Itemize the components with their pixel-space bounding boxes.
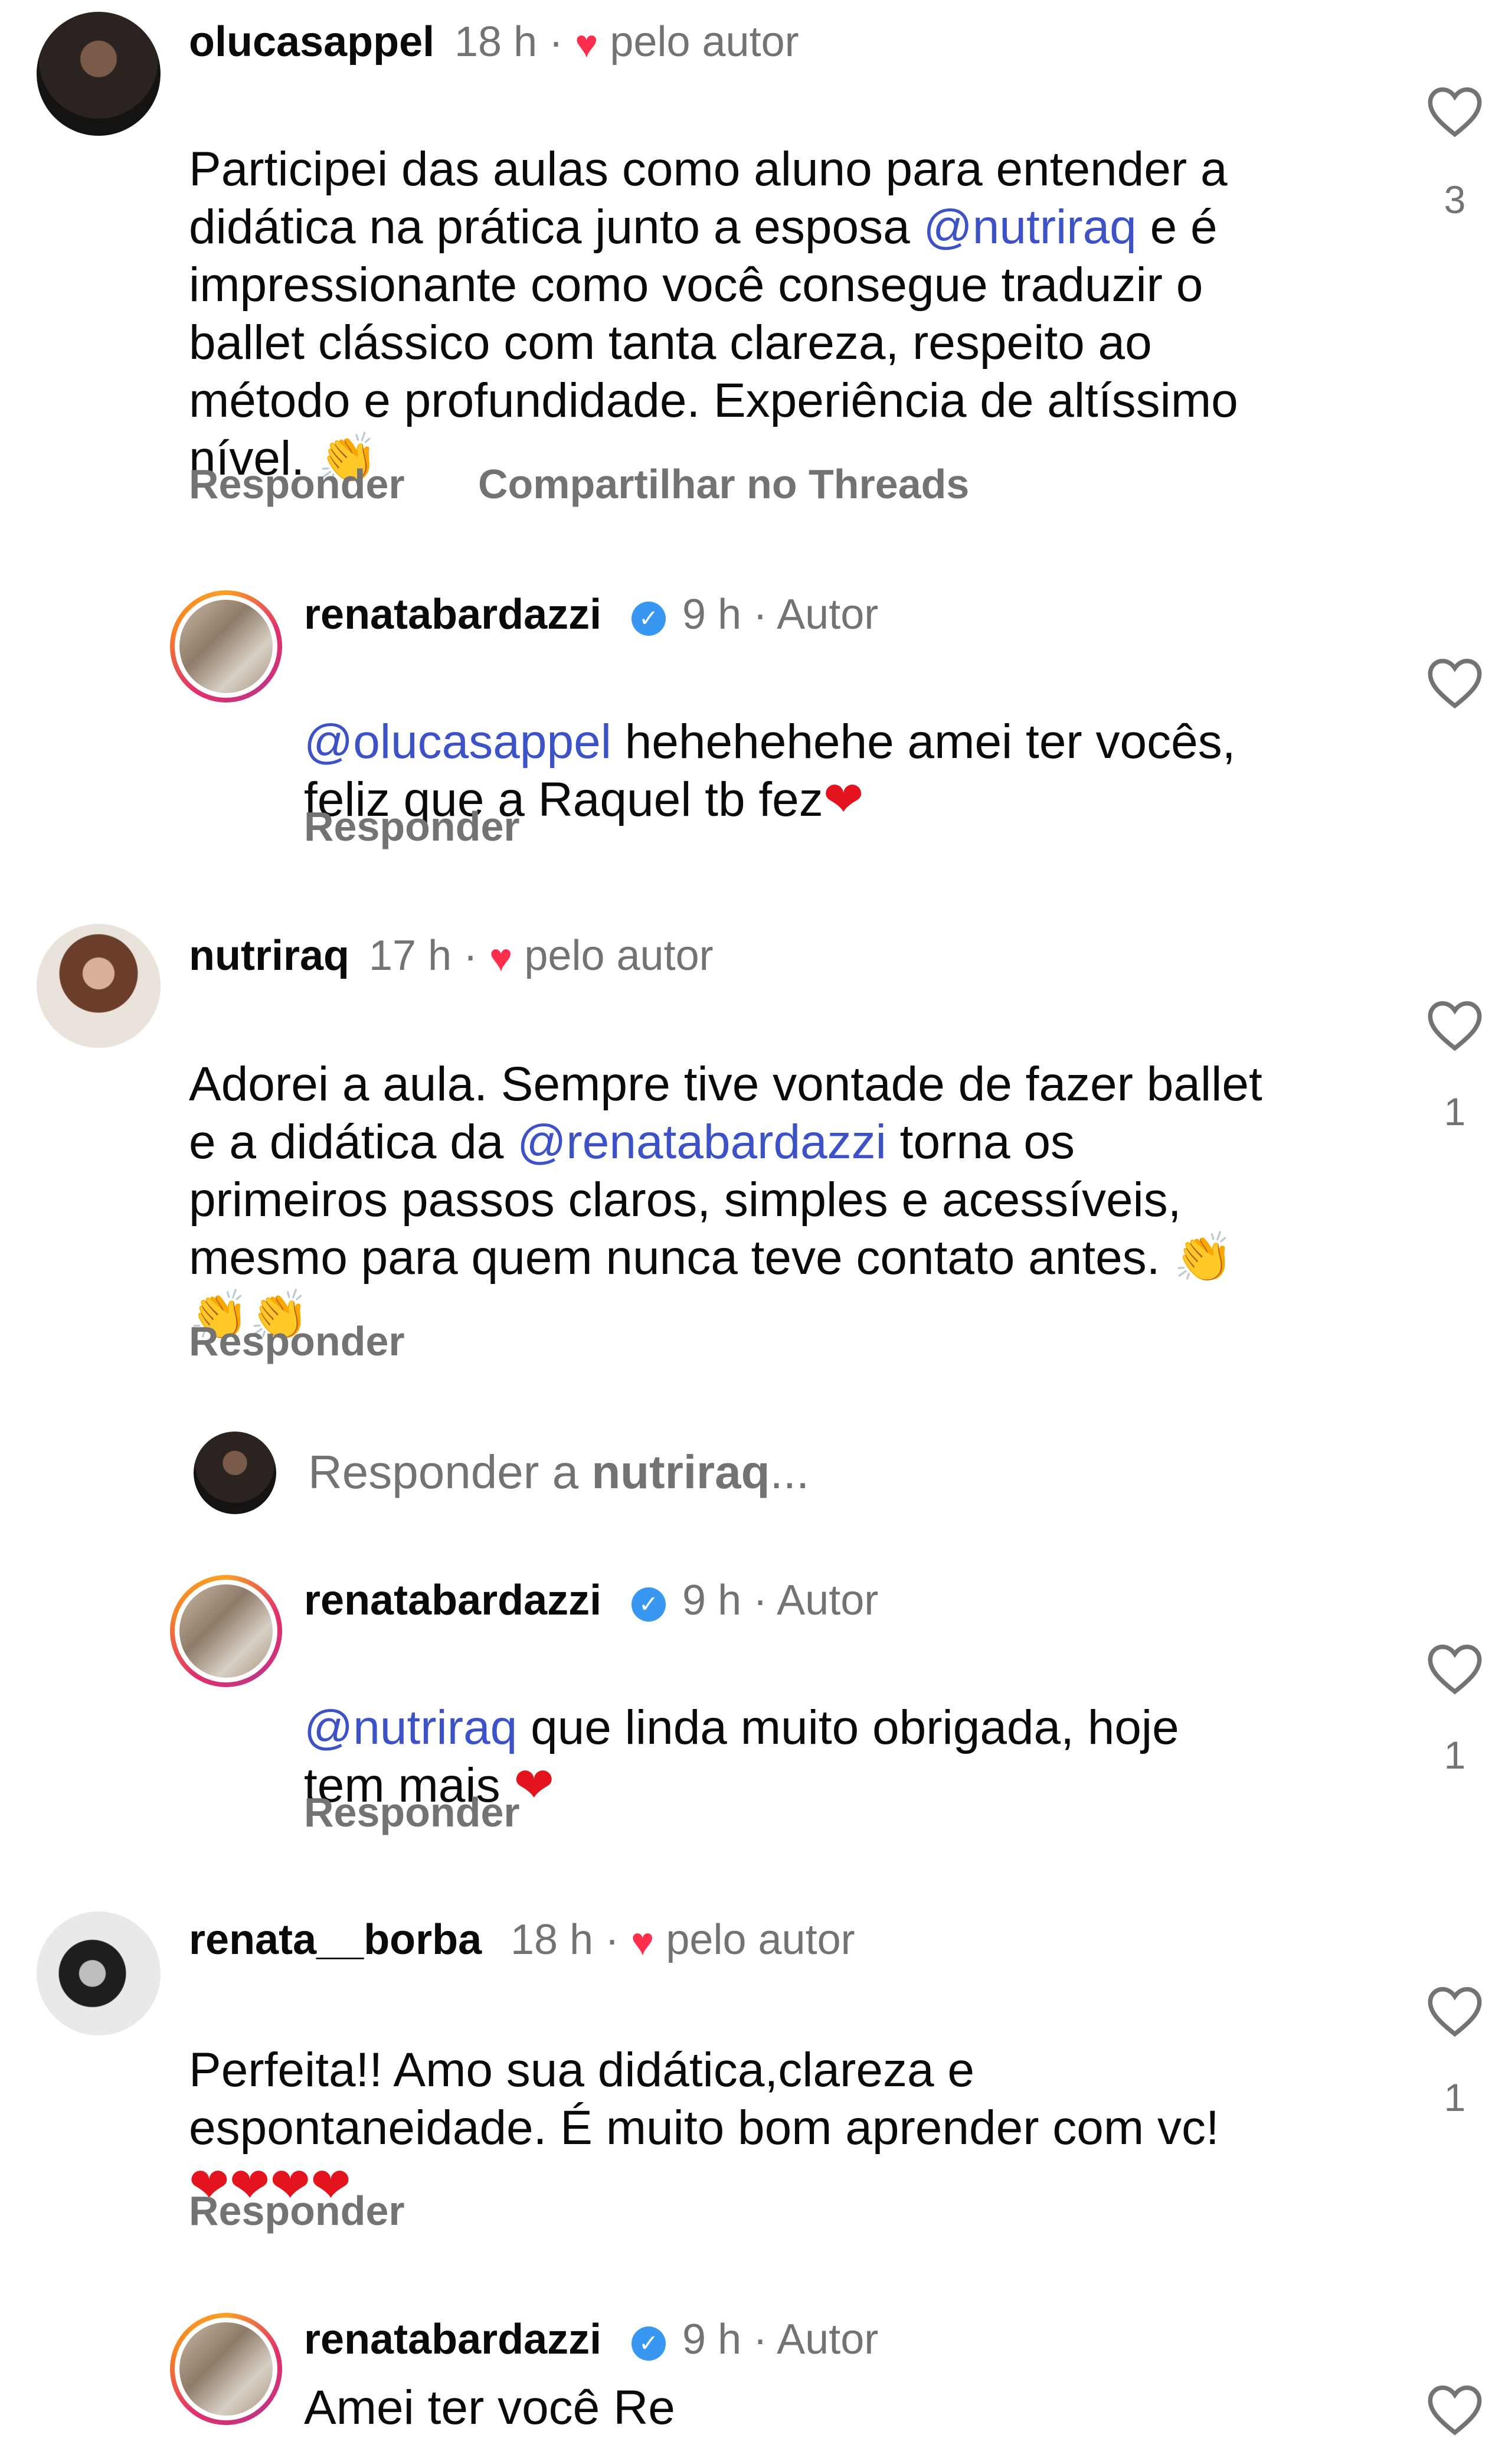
- reply-button[interactable]: Responder: [189, 1318, 405, 1365]
- reply-meta: ✓ 9 h · Autor: [626, 590, 878, 639]
- mention-link[interactable]: @renatabardazzi: [517, 1115, 886, 1169]
- verified-icon: ✓: [632, 602, 666, 636]
- avatar[interactable]: [170, 590, 282, 702]
- verified-icon: ✓: [632, 2326, 666, 2361]
- comment-text: Adorei a aula. Sempre tive vontade de fa…: [189, 1057, 1262, 1344]
- avatar: [194, 1432, 276, 1514]
- author-tag: Autor: [777, 1577, 879, 1624]
- comment-username[interactable]: renata__borba: [189, 1916, 482, 1964]
- reply-username[interactable]: renatabardazzi: [304, 590, 601, 639]
- heart-icon: ♥: [631, 1920, 655, 1963]
- comment-username[interactable]: nutriraq: [189, 932, 349, 980]
- comment-meta: 18 h · ♥ pelo autor: [454, 18, 799, 66]
- reply-button[interactable]: Responder: [304, 1789, 520, 1836]
- author-tag: Autor: [777, 591, 879, 638]
- avatar[interactable]: [37, 12, 161, 136]
- mention-link[interactable]: @nutriraq: [304, 1701, 517, 1754]
- comment-username[interactable]: olucasappel: [189, 18, 434, 66]
- avatar[interactable]: [170, 2313, 282, 2425]
- red-heart-emoji: ❤: [513, 1757, 555, 1813]
- reply-button[interactable]: Responder: [189, 2187, 405, 2234]
- reply-username[interactable]: renatabardazzi: [304, 1576, 601, 1625]
- like-count: 3: [1444, 178, 1466, 221]
- reply-button[interactable]: Responder: [304, 803, 520, 850]
- heart-outline-icon[interactable]: [1425, 84, 1484, 138]
- red-heart-emoji: ❤: [823, 772, 864, 828]
- like-count: 1: [1444, 1090, 1466, 1133]
- heart-icon: ♥: [575, 22, 598, 66]
- heart-outline-icon[interactable]: [1425, 1983, 1484, 2038]
- comment-text: Perfeita!! Amo sua didática,clareza e es…: [189, 2043, 1219, 2214]
- like-count: 1: [1444, 1733, 1466, 1777]
- heart-outline-icon[interactable]: [1425, 2382, 1484, 2436]
- comment-text: Participei das aulas como aluno para ent…: [189, 142, 1238, 486]
- comment-meta: 18 h · ♥ pelo autor: [511, 1916, 855, 1963]
- reply-username[interactable]: renatabardazzi: [304, 2315, 601, 2364]
- reply-meta: ✓ 9 h · Autor: [626, 1576, 878, 1625]
- heart-outline-icon[interactable]: [1425, 655, 1484, 710]
- reply-button[interactable]: Responder: [189, 460, 405, 508]
- author-tag: Autor: [777, 2316, 879, 2363]
- reply-meta: ✓ 9 h · Autor: [626, 2315, 878, 2364]
- liked-by-author: pelo autor: [610, 18, 799, 66]
- verified-icon: ✓: [632, 1587, 666, 1622]
- comment-meta: 17 h · ♥ pelo autor: [369, 932, 714, 979]
- share-threads-button[interactable]: Compartilhar no Threads: [478, 460, 969, 508]
- reply-input[interactable]: Responder a nutriraq...: [308, 1445, 809, 1499]
- comment-time: 18 h: [454, 18, 538, 66]
- avatar[interactable]: [170, 1575, 282, 1687]
- like-count: 1: [1444, 2076, 1466, 2119]
- reply-text: Amei ter você Re: [304, 2381, 675, 2434]
- avatar[interactable]: [37, 924, 161, 1048]
- heart-outline-icon[interactable]: [1425, 998, 1484, 1052]
- mention-link[interactable]: @olucasappel: [304, 715, 611, 769]
- heart-icon: ♥: [489, 936, 513, 979]
- avatar[interactable]: [37, 1911, 161, 2035]
- mention-link[interactable]: @nutriraq: [924, 200, 1137, 254]
- heart-outline-icon[interactable]: [1425, 1641, 1484, 1695]
- clap-emoji: 👏: [1173, 1230, 1234, 1286]
